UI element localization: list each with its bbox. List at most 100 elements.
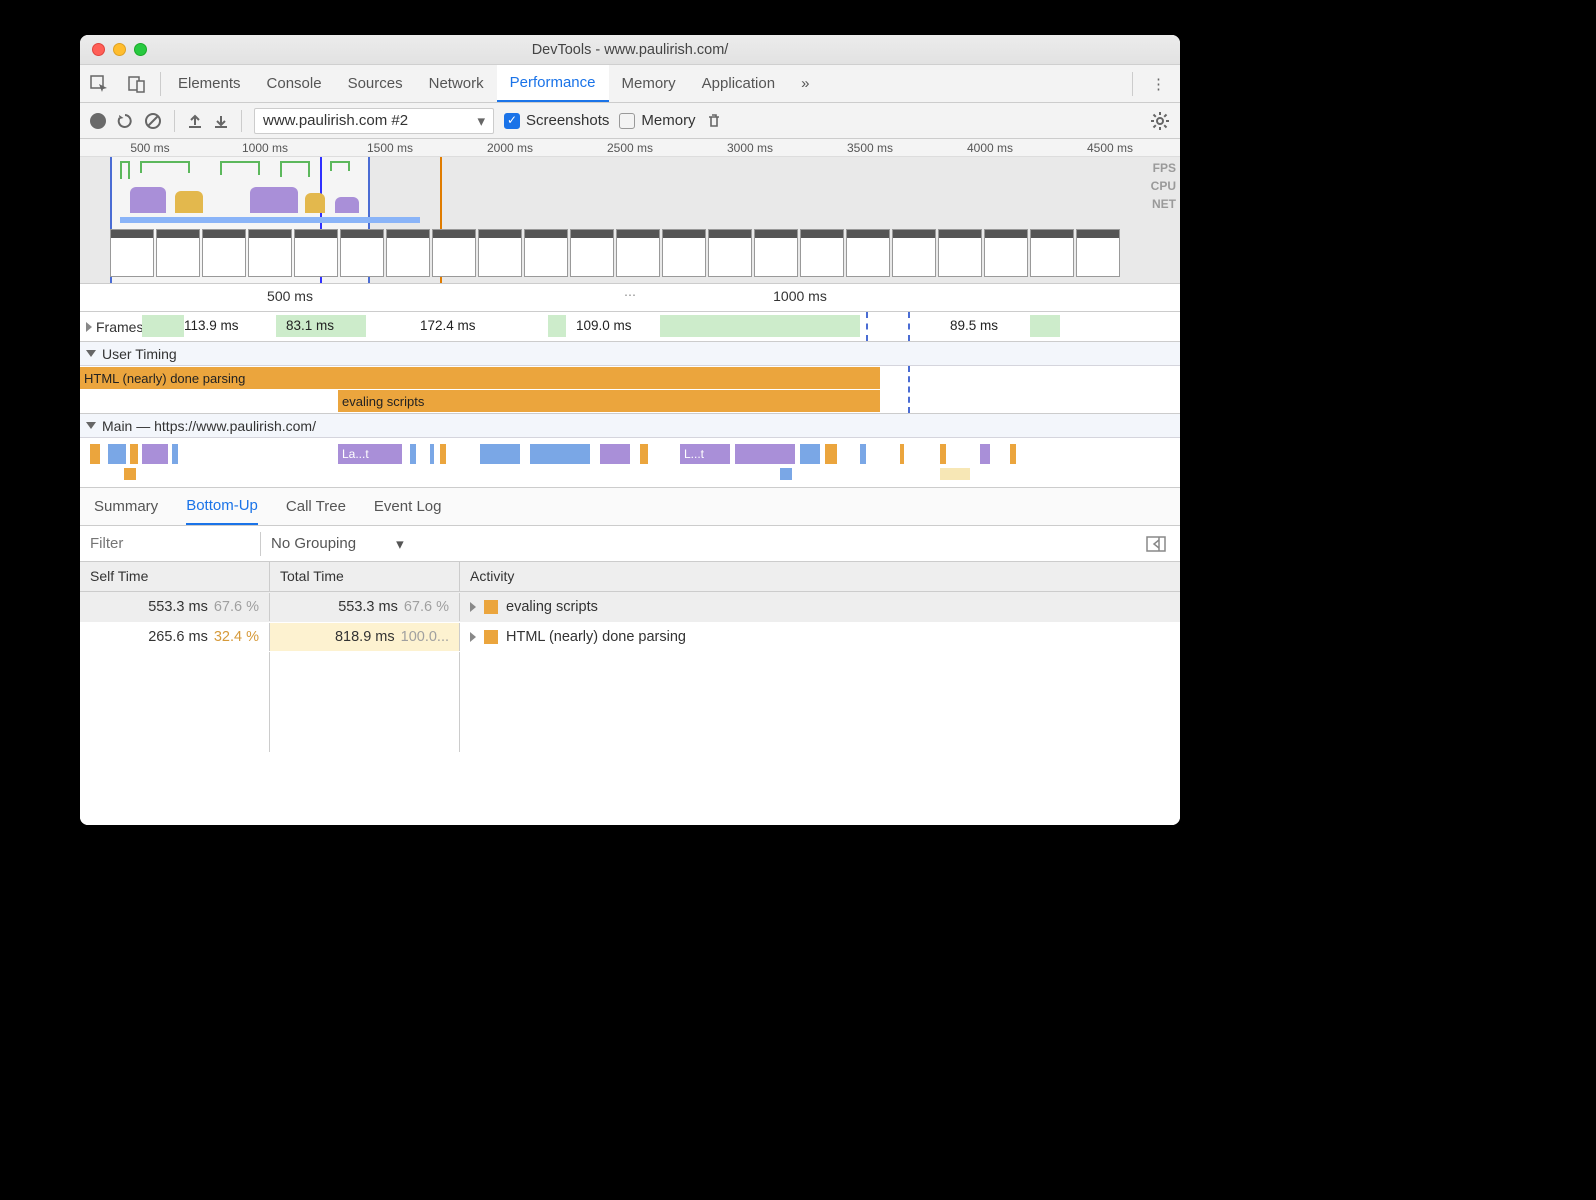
self-time-value: 553.3 ms (148, 599, 208, 615)
inspect-element-icon[interactable] (80, 75, 118, 93)
filmstrip-frame[interactable] (1030, 229, 1074, 277)
user-timing-header[interactable]: User Timing (80, 342, 1180, 366)
tab-sources[interactable]: Sources (335, 65, 416, 102)
table-row[interactable]: 553.3 ms 67.6 % 553.3 ms 67.6 % evaling … (80, 592, 1180, 622)
collapse-arrow-icon[interactable] (86, 422, 96, 429)
table-row[interactable]: 265.6 ms 32.4 % 818.9 ms 100.0... HTML (… (80, 622, 1180, 652)
ruler-tick: 1000 ms (242, 141, 288, 155)
filter-input[interactable] (80, 529, 260, 558)
filmstrip-frame[interactable] (294, 229, 338, 277)
settings-gear-icon[interactable] (1150, 111, 1170, 131)
ruler-tick: 2000 ms (487, 141, 533, 155)
filmstrip-frame[interactable] (248, 229, 292, 277)
bottom-up-toolbar: No Grouping ▾ (80, 526, 1180, 562)
timing-bar-label: evaling scripts (342, 394, 424, 409)
filmstrip-frame[interactable] (800, 229, 844, 277)
download-profile-icon[interactable] (213, 113, 229, 129)
filmstrip-frame[interactable] (892, 229, 936, 277)
filmstrip-frame[interactable] (432, 229, 476, 277)
more-options-icon[interactable]: ⋮ (1137, 75, 1180, 93)
tab-bottom-up[interactable]: Bottom-Up (186, 488, 258, 525)
main-thread-header[interactable]: Main — https://www.paulirish.com/ (80, 414, 1180, 438)
memory-checkbox[interactable]: Memory (619, 112, 695, 129)
filmstrip-frame[interactable] (846, 229, 890, 277)
filmstrip-frame[interactable] (754, 229, 798, 277)
category-swatch (484, 600, 498, 614)
frame-duration: 109.0 ms (576, 318, 632, 333)
tab-event-log[interactable]: Event Log (374, 488, 442, 525)
self-time-value: 265.6 ms (148, 629, 208, 645)
grouping-select[interactable]: No Grouping ▾ (261, 535, 414, 553)
tab-overflow[interactable]: » (788, 65, 822, 102)
expand-arrow-icon[interactable] (470, 602, 476, 612)
devtools-window: DevTools - www.paulirish.com/ Elements C… (80, 35, 1180, 825)
filmstrip-frame[interactable] (708, 229, 752, 277)
recording-select[interactable]: www.paulirish.com #2 ▾ (254, 108, 494, 134)
garbage-collect-icon[interactable] (706, 112, 722, 130)
tab-console[interactable]: Console (254, 65, 335, 102)
filmstrip-frame[interactable] (938, 229, 982, 277)
filmstrip-frame[interactable] (616, 229, 660, 277)
frames-track[interactable]: Frames 113.9 ms 83.1 ms 172.4 ms 109.0 m… (80, 312, 1180, 342)
clear-button[interactable] (144, 112, 162, 130)
total-time-pct: 100.0... (401, 629, 449, 645)
col-self-time[interactable]: Self Time (80, 562, 270, 591)
panel-tabstrip: Elements Console Sources Network Perform… (80, 65, 1180, 103)
col-total-time[interactable]: Total Time (270, 562, 460, 591)
frame-duration: 113.9 ms (184, 318, 239, 333)
ruler-tick: 500 ms (267, 288, 313, 304)
table-body: 553.3 ms 67.6 % 553.3 ms 67.6 % evaling … (80, 592, 1180, 825)
filmstrip-frame[interactable] (110, 229, 154, 277)
expand-arrow-icon[interactable] (86, 322, 92, 332)
filmstrip-frame[interactable] (340, 229, 384, 277)
filmstrip-frame[interactable] (570, 229, 614, 277)
timeline-overview[interactable]: 500 ms 1000 ms 1500 ms 2000 ms 2500 ms 3… (80, 139, 1180, 284)
filmstrip-frame[interactable] (386, 229, 430, 277)
filmstrip-frame[interactable] (524, 229, 568, 277)
tab-summary[interactable]: Summary (94, 488, 158, 525)
record-button[interactable] (90, 113, 106, 129)
tab-elements[interactable]: Elements (165, 65, 254, 102)
tab-network[interactable]: Network (416, 65, 497, 102)
flamechart-ruler[interactable]: 500 ms 1000 ms ⋯ (80, 284, 1180, 312)
ellipsis-icon: ⋯ (624, 288, 636, 302)
table-header: Self Time Total Time Activity (80, 562, 1180, 592)
flame-bar[interactable]: L...t (680, 444, 730, 464)
upload-profile-icon[interactable] (187, 113, 203, 129)
total-time-value: 553.3 ms (338, 599, 398, 615)
main-thread-label: Main — https://www.paulirish.com/ (102, 418, 316, 434)
separator (160, 72, 161, 96)
device-toolbar-icon[interactable] (118, 75, 156, 93)
frame-duration: 172.4 ms (420, 318, 476, 333)
overview-ruler: 500 ms 1000 ms 1500 ms 2000 ms 2500 ms 3… (80, 139, 1180, 157)
timing-bar[interactable]: evaling scripts (338, 390, 880, 412)
timing-bar[interactable]: HTML (nearly) done parsing (80, 367, 880, 389)
filmstrip-frame[interactable] (1076, 229, 1120, 277)
main-thread-track[interactable]: La...t L...t (80, 438, 1180, 488)
user-timing-track[interactable]: HTML (nearly) done parsing evaling scrip… (80, 366, 1180, 414)
ruler-tick: 2500 ms (607, 141, 653, 155)
tab-performance[interactable]: Performance (497, 65, 609, 102)
flame-bar[interactable]: La...t (338, 444, 402, 464)
ruler-tick: 3500 ms (847, 141, 893, 155)
reload-button[interactable] (116, 112, 134, 130)
filmstrip-frame[interactable] (156, 229, 200, 277)
filmstrip-frame[interactable] (662, 229, 706, 277)
collapse-arrow-icon[interactable] (86, 350, 96, 357)
expand-arrow-icon[interactable] (470, 632, 476, 642)
tab-call-tree[interactable]: Call Tree (286, 488, 346, 525)
tab-memory[interactable]: Memory (609, 65, 689, 102)
filmstrip-frame[interactable] (478, 229, 522, 277)
checkbox-icon (504, 113, 520, 129)
collapse-panel-icon[interactable] (1132, 536, 1180, 552)
user-timing-label: User Timing (102, 346, 177, 362)
chevron-down-icon: ▾ (477, 112, 485, 130)
tab-application[interactable]: Application (689, 65, 788, 102)
filmstrip-frame[interactable] (984, 229, 1028, 277)
recording-select-label: www.paulirish.com #2 (263, 112, 408, 129)
screenshots-checkbox[interactable]: Screenshots (504, 112, 609, 129)
col-activity[interactable]: Activity (460, 562, 1180, 591)
window-title: DevTools - www.paulirish.com/ (80, 42, 1180, 58)
ruler-tick: 500 ms (130, 141, 169, 155)
filmstrip-frame[interactable] (202, 229, 246, 277)
